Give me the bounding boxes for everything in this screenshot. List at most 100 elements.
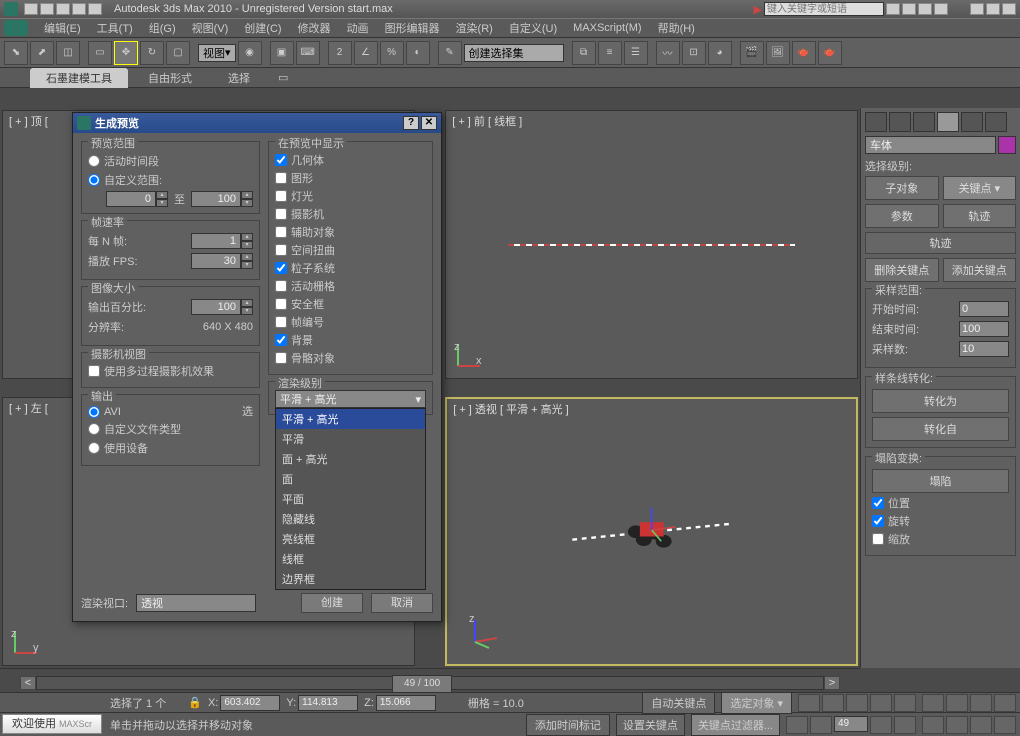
subobject-combo[interactable]: 关键点 ▾ <box>943 176 1017 200</box>
menu-modifiers[interactable]: 修改器 <box>290 20 339 36</box>
start-time-input[interactable] <box>959 301 1009 317</box>
cp-tab-create-icon[interactable] <box>865 112 887 132</box>
display-check-2[interactable]: 灯光 <box>275 188 426 204</box>
fps-input[interactable] <box>191 253 241 269</box>
add-keys-button[interactable]: 添加关键点 <box>943 258 1017 282</box>
add-time-tag-button[interactable]: 添加时间标记 <box>526 714 610 736</box>
set-key-button[interactable]: 设置关键点 <box>616 714 685 736</box>
menu-create[interactable]: 创建(C) <box>236 20 289 36</box>
coord-x-input[interactable] <box>220 695 280 711</box>
menu-group[interactable]: 组(G) <box>141 20 184 36</box>
samples-input[interactable] <box>959 341 1009 357</box>
nav-zoom2-icon[interactable] <box>922 694 944 712</box>
star-icon[interactable] <box>918 3 932 15</box>
menu-views[interactable]: 视图(V) <box>184 20 237 36</box>
help-icon[interactable] <box>934 3 948 15</box>
layers-icon[interactable]: ☰ <box>624 41 648 65</box>
coord-z-input[interactable] <box>376 695 436 711</box>
material-editor-icon[interactable]: ◕ <box>708 41 732 65</box>
display-check-4[interactable]: 辅助对象 <box>275 224 426 240</box>
subobject-button[interactable]: 子对象 <box>865 176 939 200</box>
custom-range-radio[interactable]: 自定义范围: <box>88 172 253 188</box>
unlink-icon[interactable]: ⬈ <box>30 41 54 65</box>
play-prev-icon[interactable] <box>822 694 844 712</box>
convert-to-button[interactable]: 转化为 <box>872 389 1009 413</box>
play-icon[interactable] <box>846 694 868 712</box>
ref-coord-combo[interactable]: 视图 ▾ <box>198 44 236 62</box>
tab-selection[interactable]: 选择 <box>212 68 266 88</box>
select-manipulate-icon[interactable]: ▣ <box>270 41 294 65</box>
display-check-0[interactable]: 几何体 <box>275 152 426 168</box>
snap-percent-icon[interactable]: % <box>380 41 404 65</box>
trajectories-button[interactable]: 轨迹 <box>943 204 1017 228</box>
scale-icon[interactable]: ▢ <box>166 41 190 65</box>
cp-tab-display-icon[interactable] <box>961 112 983 132</box>
move-icon[interactable]: ✥ <box>114 41 138 65</box>
menu-customize[interactable]: 自定义(U) <box>501 20 565 36</box>
multipass-checkbox[interactable]: 使用多过程摄影机效果 <box>88 363 253 379</box>
rollout-trajectories[interactable]: 轨迹 <box>865 232 1016 254</box>
goto-start-icon[interactable] <box>786 716 808 734</box>
nav-maximize-icon[interactable] <box>994 716 1016 734</box>
curve-editor-icon[interactable]: 〰 <box>656 41 680 65</box>
keyboard-shortcut-icon[interactable]: ⌨ <box>296 41 320 65</box>
qat-new-icon[interactable] <box>24 3 38 15</box>
display-check-6[interactable]: 粒子系统 <box>275 260 426 276</box>
end-time-input[interactable] <box>959 321 1009 337</box>
qat-save-icon[interactable] <box>56 3 70 15</box>
nav-pan-icon[interactable] <box>922 716 944 734</box>
cp-tab-modify-icon[interactable] <box>889 112 911 132</box>
dialog-help-button[interactable]: ? <box>403 116 419 130</box>
align-icon[interactable]: ≡ <box>598 41 622 65</box>
level-option[interactable]: 亮线框 <box>276 529 425 549</box>
scale-checkbox[interactable]: 缩放 <box>872 531 1009 547</box>
active-time-radio[interactable]: 活动时间段 <box>88 153 253 169</box>
menu-maxscript[interactable]: MAXScript(M) <box>565 22 649 34</box>
display-check-9[interactable]: 帧编号 <box>275 314 426 330</box>
current-frame-input[interactable] <box>834 716 868 732</box>
render-level-dropdown[interactable]: 平滑 + 高光▾ 平滑 + 高光平滑面 + 高光面平面隐藏线亮线框线框边界框 <box>275 390 426 408</box>
dialog-titlebar[interactable]: 生成预览 ? ✕ <box>73 113 441 133</box>
pivot-icon[interactable]: ◉ <box>238 41 262 65</box>
level-option[interactable]: 面 <box>276 469 425 489</box>
time-slider-track[interactable]: 49 / 100 <box>36 676 824 690</box>
nav-zoomall-icon[interactable] <box>946 694 968 712</box>
qat-redo-icon[interactable] <box>88 3 102 15</box>
schematic-view-icon[interactable]: ⊡ <box>682 41 706 65</box>
delete-keys-button[interactable]: 删除关键点 <box>865 258 939 282</box>
nav-orbit-icon[interactable] <box>970 716 992 734</box>
prev-frame-icon[interactable] <box>810 716 832 734</box>
bind-spacewarp-icon[interactable]: ◫ <box>56 41 80 65</box>
render-frame-icon[interactable]: 🖼 <box>766 41 790 65</box>
display-check-3[interactable]: 摄影机 <box>275 206 426 222</box>
viewport-front[interactable]: [ + ] 前 [ 线框 ] zx <box>445 110 858 379</box>
convert-from-button[interactable]: 转化自 <box>872 417 1009 441</box>
range-to-input[interactable] <box>191 191 241 207</box>
help-search-input[interactable] <box>764 2 884 16</box>
tab-graphite[interactable]: 石墨建模工具 <box>30 68 128 88</box>
time-prev-icon[interactable]: < <box>20 676 36 690</box>
collapse-button[interactable]: 塌陷 <box>872 469 1009 493</box>
select-link-icon[interactable]: ⬊ <box>4 41 28 65</box>
nav-zoom-icon[interactable] <box>946 716 968 734</box>
close-button[interactable] <box>1002 3 1016 15</box>
output-pct-input[interactable] <box>191 299 241 315</box>
maximize-button[interactable] <box>986 3 1000 15</box>
render-setup-icon[interactable]: 🎬 <box>740 41 764 65</box>
create-button[interactable]: 创建 <box>301 593 363 613</box>
render-viewport-combo[interactable]: 透视 <box>136 594 256 612</box>
device-radio[interactable]: 使用设备 <box>88 440 181 456</box>
snap-spinner-icon[interactable]: ◐ <box>406 41 430 65</box>
level-option[interactable]: 线框 <box>276 549 425 569</box>
display-check-5[interactable]: 空间扭曲 <box>275 242 426 258</box>
named-selection-combo[interactable]: 创建选择集 <box>464 44 564 62</box>
render-prod-icon[interactable]: 🫖 <box>818 41 842 65</box>
application-menu-icon[interactable] <box>4 20 28 36</box>
time-slider-thumb[interactable]: 49 / 100 <box>392 675 452 693</box>
key-filters-button[interactable]: 关键点过滤器... <box>691 714 780 736</box>
key-icon[interactable] <box>902 3 916 15</box>
next-frame-icon[interactable] <box>870 716 892 734</box>
menu-edit[interactable]: 编辑(E) <box>36 20 89 36</box>
rotation-checkbox[interactable]: 旋转 <box>872 513 1009 529</box>
snap-angle-icon[interactable]: ∠ <box>354 41 378 65</box>
